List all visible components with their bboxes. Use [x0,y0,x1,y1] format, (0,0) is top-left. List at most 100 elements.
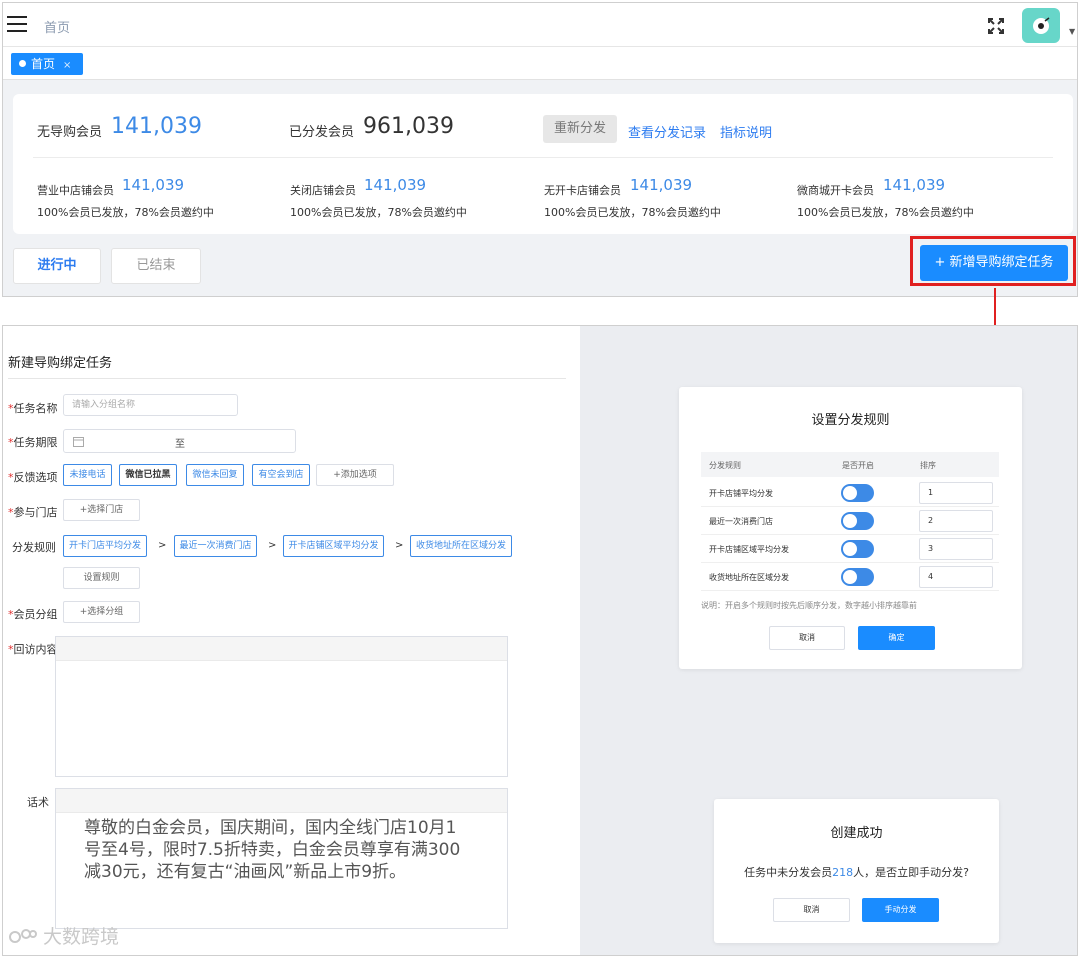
rule-toggle[interactable] [841,512,874,530]
ended-tab[interactable]: 已结束 [111,248,201,284]
rule-name: 最近一次消费门店 [709,517,773,526]
feedback-options-label-text: 反馈选项 [13,471,58,484]
script-label: 话术 [27,796,49,809]
group-value-no-card-store: 141,039 [630,176,693,194]
script-textarea[interactable]: 尊敬的白金会员，国庆期间，国内全线门店10月1号至4号，限时7.5折特卖，白金会… [55,788,508,929]
visit-content-textarea[interactable] [55,636,508,777]
rule-row: 收货地址所在区域分发 4 [701,563,999,591]
message-prefix: 任务中未分发会员 [744,866,833,879]
col-rank: 排序 [920,461,936,470]
rule-chip[interactable]: 开卡门店平均分发 [63,535,147,557]
rank-input[interactable]: 4 [919,566,993,588]
task-name-input[interactable]: 请输入分组名称 [63,394,238,416]
caret-down-icon[interactable]: ▼ [1069,27,1075,36]
rank-input[interactable]: 2 [919,510,993,532]
participating-stores-label-text: 参与门店 [13,506,58,519]
rule-separator: > [158,540,167,551]
feedback-option-chip[interactable]: 有空会到店 [252,464,310,486]
rules-confirm-button[interactable]: 确定 [858,626,935,650]
group-note-no-card-store: 100%会员已发放，78%会员邀约中 [544,206,721,219]
feedback-option-chip[interactable]: 未接电话 [63,464,112,486]
rules-dialog-title: 设置分发规则 [811,413,890,428]
rule-chip[interactable]: 收货地址所在区域分发 [410,535,512,557]
rules-note: 说明：开启多个规则时按先后顺序分发，数字越小排序越靠前 [701,601,917,610]
rules-table-header: 分发规则 是否开启 排序 [701,452,999,477]
visit-content-label-text: 回访内容 [13,643,58,656]
rule-row: 开卡店铺平均分发 1 [701,479,999,507]
breadcrumb[interactable]: 首页 [44,17,70,36]
select-store-button[interactable]: +选择门店 [63,499,140,521]
tab-home-label: 首页 [31,57,56,71]
rank-input[interactable]: 1 [919,482,993,504]
set-rules-button[interactable]: 设置规则 [63,567,140,589]
add-guide-binding-task-button[interactable]: + 新增导购绑定任务 [920,245,1068,281]
tab-home[interactable]: 首页 × [11,53,84,75]
rule-toggle[interactable] [841,484,874,502]
top-navbar: 首页 ▼ [3,3,1077,47]
manual-distribute-button[interactable]: 手动分发 [862,898,939,922]
feedback-option-chip[interactable]: 微信已拉黑 [119,464,177,486]
col-rule: 分发规则 [709,461,741,470]
calendar-icon [73,437,84,447]
close-icon[interactable]: × [63,60,71,71]
in-progress-tab[interactable]: 进行中 [13,248,101,284]
rule-toggle[interactable] [841,540,874,558]
feedback-option-chip[interactable]: 微信未回复 [186,464,244,486]
message-suffix: 人，是否立即手动分发? [853,866,969,879]
rule-toggle[interactable] [841,568,874,586]
distributed-member-label: 已分发会员 [289,125,355,140]
add-option-button[interactable]: +添加选项 [316,464,394,486]
divider [33,157,1053,158]
rule-row: 开卡店铺区域平均分发 3 [701,535,999,563]
redistribute-button[interactable]: 重新分发 [543,115,617,143]
tab-bar: 首页 × [3,47,1077,80]
menu-icon[interactable] [7,16,27,32]
distribution-rules-label: 分发规则 [12,541,56,554]
group-value-open-store: 141,039 [122,176,185,194]
distributed-member-value: 961,039 [363,114,454,139]
no-guide-member-value: 141,039 [111,114,202,139]
success-message: 任务中未分发会员218人，是否立即手动分发? [714,864,999,880]
group-value-wechat-mall: 141,039 [883,176,946,194]
rules-cancel-button[interactable]: 取消 [769,626,845,650]
group-label-open-store: 营业中店铺会员 [37,184,114,197]
success-dialog: 创建成功 任务中未分发会员218人，是否立即手动分发? 取消 手动分发 [714,799,999,943]
view-records-link[interactable]: 查看分发记录 [628,122,706,141]
metric-desc-link[interactable]: 指标说明 [720,122,772,141]
rule-name: 收货地址所在区域分发 [709,573,789,582]
task-period-label: *任务期限 [8,434,58,450]
group-label-closed-store: 关闭店铺会员 [290,184,356,197]
rule-row: 最近一次消费门店 2 [701,507,999,535]
script-text: 尊敬的白金会员，国庆期间，国内全线门店10月1号至4号，限时7.5折特卖，白金会… [84,818,461,882]
rule-separator: > [268,540,277,551]
undistributed-count: 218 [832,866,854,879]
watermark: 大数跨境 [9,922,119,949]
participating-stores-label: *参与门店 [8,504,58,520]
no-guide-member-label: 无导购会员 [37,125,103,140]
rank-input[interactable]: 3 [919,538,993,560]
active-dot-icon [19,60,26,67]
group-note-open-store: 100%会员已发放，78%会员邀约中 [37,206,214,219]
divider [8,378,566,379]
group-note-wechat-mall: 100%会员已发放，78%会员邀约中 [797,206,974,219]
task-name-label: *任务名称 [8,400,58,416]
rule-name: 开卡店铺区域平均分发 [709,545,789,554]
rule-separator: > [395,540,404,551]
success-cancel-button[interactable]: 取消 [773,898,850,922]
rule-chip[interactable]: 开卡店铺区域平均分发 [283,535,384,557]
task-period-input[interactable]: 至 [63,429,296,453]
select-group-button[interactable]: +选择分组 [63,601,140,623]
visit-content-label: *回访内容 [8,641,58,657]
fullscreen-icon[interactable] [987,17,1005,35]
form-title: 新建导购绑定任务 [8,356,113,371]
rule-chip[interactable]: 最近一次消费门店 [174,535,257,557]
create-task-panel: 新建导购绑定任务 *任务名称 请输入分组名称 *任务期限 至 *反馈选项 未接电… [2,325,1078,956]
editor-toolbar [56,637,507,661]
success-dialog-title: 创建成功 [830,826,883,841]
rule-name: 开卡店铺平均分发 [709,489,773,498]
group-value-closed-store: 141,039 [364,176,427,194]
avatar[interactable] [1022,8,1060,43]
stats-card: 无导购会员 141,039 已分发会员 961,039 重新分发 查看分发记录 … [13,94,1073,234]
task-period-label-text: 任务期限 [13,436,58,449]
member-group-label: *会员分组 [8,606,58,622]
